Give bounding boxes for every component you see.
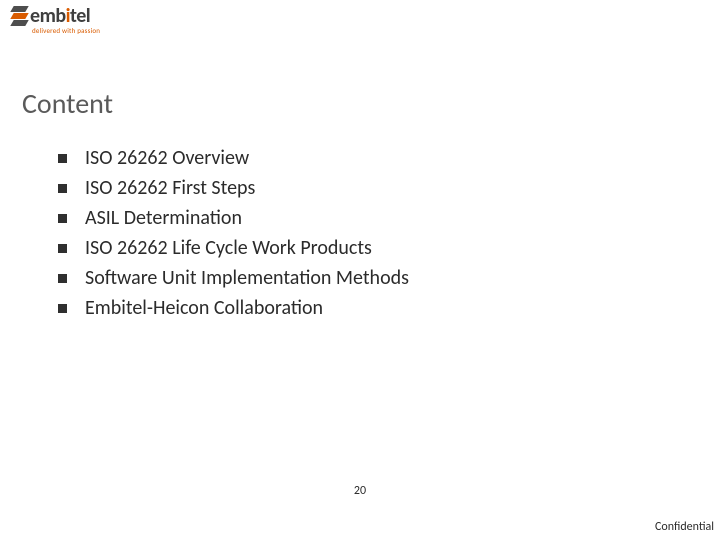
company-logo: embitel delivered with passion bbox=[12, 6, 100, 34]
logo-mark-icon bbox=[12, 6, 27, 27]
bullet-icon bbox=[58, 154, 67, 163]
bullet-icon bbox=[58, 214, 67, 223]
list-item: Embitel-Heicon Collaboration bbox=[58, 296, 409, 321]
confidential-label: Confidential bbox=[655, 520, 714, 534]
logo-text: embitel delivered with passion bbox=[30, 6, 100, 34]
bullet-icon bbox=[58, 304, 67, 313]
list-item-label: ASIL Determination bbox=[85, 206, 242, 231]
slide-title: Content bbox=[22, 86, 113, 121]
list-item-label: ISO 26262 Overview bbox=[85, 146, 249, 171]
page-number: 20 bbox=[0, 484, 720, 498]
list-item-label: ISO 26262 Life Cycle Work Products bbox=[85, 236, 372, 261]
list-item: ISO 26262 First Steps bbox=[58, 176, 409, 201]
logo-tagline: delivered with passion bbox=[32, 27, 100, 34]
logo-name-post: tel bbox=[70, 4, 90, 28]
list-item: Software Unit Implementation Methods bbox=[58, 266, 409, 291]
bullet-icon bbox=[58, 184, 67, 193]
list-item-label: Software Unit Implementation Methods bbox=[85, 266, 409, 291]
list-item-label: Embitel-Heicon Collaboration bbox=[85, 296, 323, 321]
list-item: ISO 26262 Overview bbox=[58, 146, 409, 171]
bullet-icon bbox=[58, 244, 67, 253]
bullet-list: ISO 26262 Overview ISO 26262 First Steps… bbox=[58, 146, 409, 326]
logo-name-pre: emb bbox=[30, 4, 66, 28]
list-item-label: ISO 26262 First Steps bbox=[85, 176, 255, 201]
bullet-icon bbox=[58, 274, 67, 283]
list-item: ASIL Determination bbox=[58, 206, 409, 231]
list-item: ISO 26262 Life Cycle Work Products bbox=[58, 236, 409, 261]
